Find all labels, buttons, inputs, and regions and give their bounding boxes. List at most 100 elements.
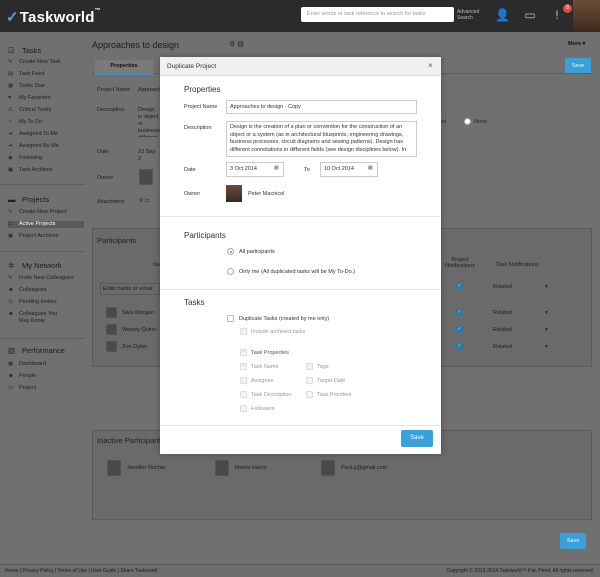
sidebar-item-people[interactable]: ☻ People bbox=[8, 373, 84, 380]
notification-badge: 8 bbox=[563, 4, 572, 13]
participant-name: Sara Morgan bbox=[122, 310, 154, 316]
sidebar-item-critical-tasks[interactable]: ⚠ Critical Tasks bbox=[8, 107, 84, 114]
user-icon[interactable]: 👤 bbox=[495, 8, 510, 22]
sidebar-item-my-favorites[interactable]: ♥ My Favorites bbox=[8, 95, 84, 102]
taskworld-logo[interactable]: ✓Taskworld™ bbox=[6, 8, 101, 26]
participant-name: Zoe Dylan bbox=[122, 344, 148, 350]
sidebar-item-task-archives[interactable]: ▣ Task Archives bbox=[8, 167, 84, 174]
title-tools-icon[interactable]: ⚙ ▤ bbox=[229, 40, 244, 48]
all-participants-radio[interactable] bbox=[227, 248, 234, 255]
logo-check-icon: ✓ bbox=[6, 9, 19, 26]
edit-icon: ✎ bbox=[8, 275, 13, 281]
sidebar-divider bbox=[0, 338, 85, 339]
calendar-icon: ▦ bbox=[8, 83, 14, 89]
eye-icon: ◉ bbox=[8, 155, 13, 161]
project-notification-checkbox[interactable]: ✓ bbox=[456, 283, 463, 290]
inactive-participants-title: Inactive Participants bbox=[97, 436, 165, 445]
description-textarea[interactable]: Design is the creation of a plan or conv… bbox=[226, 121, 417, 157]
owner-avatar bbox=[139, 169, 153, 185]
project-name-label: Project Name bbox=[184, 104, 218, 110]
sidebar-item-dashboard[interactable]: ▦ Dashboard bbox=[8, 361, 84, 368]
sidebar-item-invite-new-colleagues[interactable]: ✎ Invite New Colleagues bbox=[8, 275, 84, 282]
participants-heading: Participants bbox=[184, 231, 226, 240]
more-menu[interactable]: More ▾ bbox=[568, 41, 585, 47]
target-date-checkbox[interactable] bbox=[306, 377, 313, 384]
include-archived-label: Include archived tasks bbox=[251, 329, 306, 335]
footer-copyright: Copyright © 2013-2014 Taskworld™ Pat. Pe… bbox=[446, 568, 594, 574]
sidebar-item-assigned-by-me[interactable]: ➜ Assigned By Me bbox=[8, 143, 84, 150]
task-priorities-checkbox[interactable] bbox=[306, 391, 313, 398]
warning-icon: ⚠ bbox=[8, 107, 13, 113]
folder-icon: ▭ bbox=[8, 385, 14, 391]
avatar bbox=[215, 460, 229, 476]
calendar-icon: ▦ bbox=[273, 165, 279, 171]
footer-links[interactable]: Home | Privacy Policy | Terms of Use | U… bbox=[5, 568, 157, 574]
project-notification-checkbox[interactable]: ✓ bbox=[456, 326, 463, 333]
tags-checkbox[interactable] bbox=[306, 363, 313, 370]
project-name-input[interactable]: Approaches to design - Copy bbox=[226, 100, 417, 114]
footer: Home | Privacy Policy | Terms of Use | U… bbox=[0, 564, 600, 577]
task-notification-select[interactable]: Related ▾ bbox=[493, 284, 548, 290]
duplicate-project-modal: Duplicate Project × bbox=[160, 57, 441, 454]
alert-icon[interactable]: ! bbox=[550, 8, 564, 22]
feed-icon: ▤ bbox=[8, 71, 14, 77]
task-description-label: Task Description bbox=[251, 392, 292, 398]
sidebar-item-my-to-do[interactable]: ✓ My To Do bbox=[8, 119, 84, 126]
sidebar-item-tasks-due[interactable]: ▦ Tasks Due bbox=[8, 83, 84, 90]
avatar bbox=[107, 460, 121, 476]
owner-label: Owner bbox=[97, 175, 114, 181]
user-avatar[interactable] bbox=[573, 0, 600, 32]
start-date-input[interactable]: 3 Oct 2014 ▦ bbox=[226, 162, 284, 177]
advanced-search-link[interactable]: Advanced Search bbox=[457, 9, 479, 21]
task-notification-select[interactable]: Related ▾ bbox=[493, 327, 548, 333]
task-properties-checkbox[interactable]: ✓ bbox=[240, 349, 247, 356]
none-radio[interactable] bbox=[464, 118, 471, 125]
project-notification-checkbox[interactable]: ✓ bbox=[456, 309, 463, 316]
assignee-checkbox[interactable] bbox=[240, 377, 247, 384]
people-icon: ☻ bbox=[8, 287, 14, 293]
properties-heading: Properties bbox=[184, 85, 221, 94]
task-notifications-header: Task Notifications bbox=[496, 262, 539, 268]
sidebar-item-task-feed[interactable]: ▤ Task Feed bbox=[8, 71, 84, 78]
add-participant-input[interactable]: Enter name or email bbox=[100, 283, 160, 295]
search-input[interactable]: Enter words or task reference to search … bbox=[301, 7, 454, 22]
sidebar-item-active-projects[interactable]: ▭ Active Projects bbox=[8, 221, 84, 228]
inactive-participant-name: Jennifer Rocher bbox=[127, 465, 166, 471]
chat-icon[interactable]: ▭ bbox=[523, 8, 537, 22]
sidebar-item-create-new-project[interactable]: ✎ Create New Project bbox=[8, 209, 84, 216]
attachment-icon[interactable]: ⚲ ▭ bbox=[139, 198, 150, 204]
save-button[interactable]: Save bbox=[401, 430, 433, 447]
followers-checkbox[interactable] bbox=[240, 405, 247, 412]
modal-footer-divider bbox=[160, 425, 441, 426]
to-label: To bbox=[304, 167, 310, 173]
followers-label: Followers bbox=[251, 406, 275, 412]
sidebar-item-assigned-to-me[interactable]: ➔ Assigned To Me bbox=[8, 131, 84, 138]
include-archived-checkbox[interactable] bbox=[240, 328, 247, 335]
save-button-bottom[interactable]: Save bbox=[560, 533, 586, 549]
target-date-label: Target Date bbox=[317, 378, 346, 384]
sidebar-item-pending-invites[interactable]: ◷ Pending Invites bbox=[8, 299, 84, 306]
tasks-heading: Tasks bbox=[184, 298, 205, 307]
sidebar-item-following[interactable]: ◉ Following bbox=[8, 155, 84, 162]
avatar bbox=[321, 460, 335, 476]
sidebar-item-project-archives[interactable]: ▣ Project Archives bbox=[8, 233, 84, 240]
edit-icon: ✎ bbox=[8, 209, 13, 215]
task-name-label: Task Name bbox=[251, 364, 279, 370]
only-me-radio[interactable] bbox=[227, 268, 234, 275]
task-name-checkbox[interactable]: ✓ bbox=[240, 363, 247, 370]
close-icon[interactable]: × bbox=[428, 61, 433, 70]
task-notification-select[interactable]: Related ▾ bbox=[493, 344, 548, 350]
project-notification-checkbox[interactable]: ✓ bbox=[456, 343, 463, 350]
sidebar-item-create-new-task[interactable]: ✎ Create New Task bbox=[8, 59, 84, 66]
calendar-icon: ▦ bbox=[367, 165, 373, 171]
duplicate-tasks-checkbox[interactable] bbox=[227, 315, 234, 322]
project-notifications-header: Project Notifications bbox=[445, 257, 475, 269]
arrow-out-icon: ➜ bbox=[8, 143, 13, 149]
sidebar-item-colleagues-you-may-know[interactable]: ☻ Colleagues You May Know bbox=[8, 311, 84, 325]
end-date-input[interactable]: 10 Oct 2014 ▦ bbox=[320, 162, 378, 177]
task-notification-select[interactable]: Related ▾ bbox=[493, 310, 548, 316]
sidebar-item-colleagues[interactable]: ☻ Colleagues bbox=[8, 287, 84, 294]
task-description-checkbox[interactable] bbox=[240, 391, 247, 398]
sidebar-item-project[interactable]: ▭ Project bbox=[8, 385, 84, 392]
tab-properties[interactable]: Properties bbox=[95, 60, 153, 75]
